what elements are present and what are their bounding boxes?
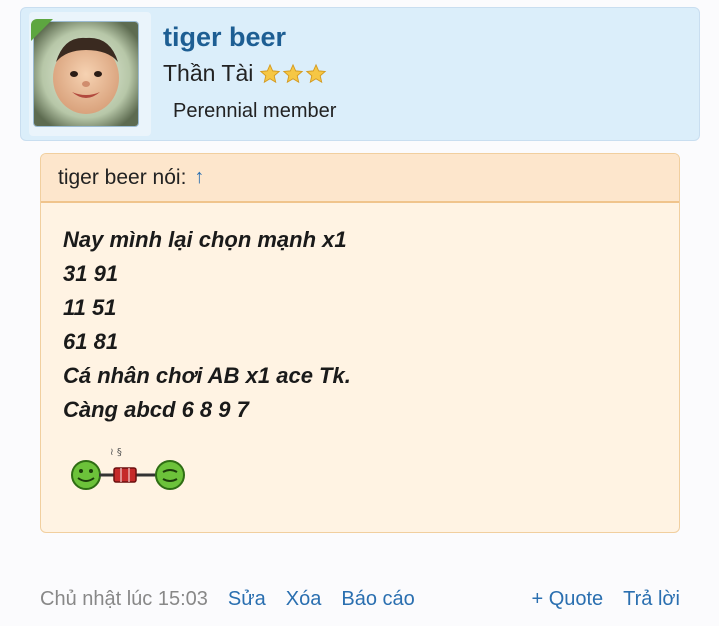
online-status-icon: [31, 19, 53, 41]
quote-block: tiger beer nói: ↑ Nay mình lại chọn mạnh…: [40, 153, 680, 533]
member-status: Perennial member: [173, 100, 337, 122]
user-card: tiger beer Thần Tài Perennial member: [20, 7, 700, 141]
smiley-bbq-icon: ≀ §: [66, 443, 679, 498]
quote-body: Nay mình lại chọn mạnh x1 31 91 11 51 61…: [41, 203, 679, 498]
quote-author-label: tiger beer nói:: [58, 165, 187, 189]
rank-stars: [259, 63, 327, 85]
delete-link[interactable]: Xóa: [286, 588, 322, 611]
quote-jump-arrow-icon[interactable]: ↑: [194, 166, 204, 189]
post-timestamp: Chủ nhật lúc 15:03: [40, 587, 208, 610]
edit-link[interactable]: Sửa: [228, 588, 266, 611]
quote-line: Càng abcd 6 8 9 7: [63, 397, 249, 422]
quote-line: 31 91: [63, 261, 119, 286]
star-icon: [306, 63, 327, 83]
user-title-text: Thần Tài: [163, 60, 254, 86]
post-footer: Chủ nhật lúc 15:03 Sửa Xóa Báo cáo + Quo…: [40, 584, 680, 614]
quote-line: Cá nhân chơi AB x1 ace Tk.: [63, 363, 351, 388]
report-link[interactable]: Báo cáo: [341, 588, 414, 611]
quote-line: 11 51: [63, 295, 117, 320]
reply-button[interactable]: Trả lời: [623, 588, 680, 611]
star-icon: [260, 63, 281, 83]
quote-button[interactable]: + Quote: [531, 588, 603, 611]
quote-header: tiger beer nói: ↑: [41, 154, 679, 203]
star-icon: [283, 63, 304, 83]
username-link[interactable]: tiger beer: [163, 22, 286, 53]
svg-text:≀ §: ≀ §: [110, 447, 122, 458]
user-title: Thần Tài: [163, 60, 327, 87]
quote-line: 61 81: [63, 329, 119, 354]
quote-line: Nay mình lại chọn mạnh x1: [63, 227, 347, 252]
